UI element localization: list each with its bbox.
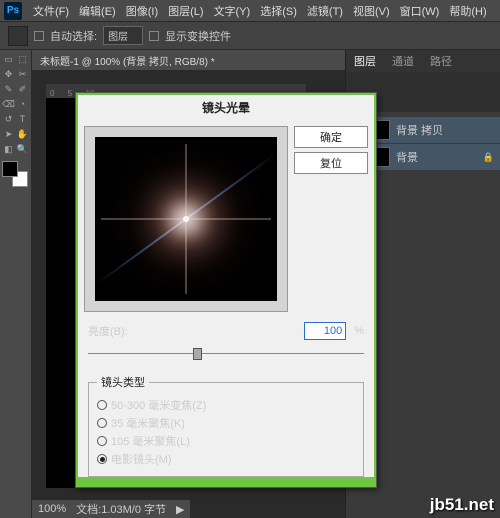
menu-image[interactable]: 图像(I) <box>121 1 163 21</box>
status-bar: 100% 文档:1.03M/0 字节 ▶ <box>32 500 190 518</box>
menu-edit[interactable]: 编辑(E) <box>74 1 121 21</box>
show-transform-checkbox[interactable] <box>149 31 159 41</box>
lens-option-105[interactable]: 105 毫米聚焦(L) <box>97 432 355 450</box>
radio-icon[interactable] <box>97 400 107 410</box>
tool-lasso[interactable]: ✥ <box>2 67 15 81</box>
menu-filter[interactable]: 滤镜(T) <box>302 1 348 21</box>
lock-icon: 🔒 <box>483 152 494 163</box>
tool-eraser[interactable]: ⌫ <box>2 97 15 111</box>
tool-brush[interactable]: ✎ <box>2 82 15 96</box>
brightness-input[interactable] <box>304 322 346 340</box>
tab-paths[interactable]: 路径 <box>426 51 456 71</box>
tool-zoom[interactable]: 🔍 <box>16 142 29 156</box>
show-transform-label: 显示变换控件 <box>165 28 231 44</box>
layer-name: 背景 拷贝 <box>396 122 443 138</box>
lens-flare-dialog: 镜头光晕 确定 复位 亮度(B): % <box>75 92 377 488</box>
auto-select-target[interactable]: 图层 <box>103 26 143 45</box>
color-swatches[interactable] <box>2 161 28 187</box>
lens-option-35[interactable]: 35 毫米聚焦(K) <box>97 414 355 432</box>
tool-gradient[interactable]: ◔ <box>16 97 29 111</box>
dialog-title: 镜头光晕 <box>78 95 374 120</box>
options-bar: 自动选择: 图层 显示变换控件 <box>0 22 500 50</box>
app-icon: Ps <box>4 2 22 20</box>
lens-option-movie[interactable]: 电影镜头(M) <box>97 450 355 468</box>
menu-select[interactable]: 选择(S) <box>255 1 302 21</box>
tool-crop[interactable]: ✂ <box>16 67 29 81</box>
brightness-label: 亮度(B): <box>88 323 128 339</box>
radio-icon[interactable] <box>97 454 107 464</box>
lens-type-legend: 镜头类型 <box>97 374 149 390</box>
auto-select-checkbox[interactable] <box>34 31 44 41</box>
tool-hand[interactable]: ✋ <box>16 127 29 141</box>
menu-view[interactable]: 视图(V) <box>348 1 395 21</box>
tab-channels[interactable]: 通道 <box>388 51 418 71</box>
tool-marquee[interactable]: ⬚ <box>16 52 29 66</box>
panel-tabs: 图层 通道 路径 <box>346 50 500 72</box>
menu-help[interactable]: 帮助(H) <box>444 1 491 21</box>
tool-shape[interactable]: ◧ <box>2 142 15 156</box>
brightness-slider[interactable] <box>88 346 364 360</box>
menu-layer[interactable]: 图层(L) <box>163 1 208 21</box>
radio-icon[interactable] <box>97 418 107 428</box>
flare-preview-frame <box>84 126 288 312</box>
menu-type[interactable]: 文字(Y) <box>209 1 256 21</box>
chevron-right-icon[interactable]: ▶ <box>176 503 184 516</box>
menu-window[interactable]: 窗口(W) <box>395 1 445 21</box>
menu-file[interactable]: 文件(F) <box>28 1 74 21</box>
move-tool-icon <box>8 26 28 46</box>
reset-button[interactable]: 复位 <box>294 152 368 174</box>
layer-name: 背景 <box>396 149 418 165</box>
ok-button[interactable]: 确定 <box>294 126 368 148</box>
flare-preview[interactable] <box>95 137 277 301</box>
slider-thumb[interactable] <box>193 348 202 360</box>
radio-icon[interactable] <box>97 436 107 446</box>
doc-size: 文档:1.03M/0 字节 <box>76 501 166 517</box>
menu-bar: Ps 文件(F) 编辑(E) 图像(I) 图层(L) 文字(Y) 选择(S) 滤… <box>0 0 500 22</box>
tab-layers[interactable]: 图层 <box>350 51 380 71</box>
document-tab[interactable]: 未标题-1 @ 100% (背景 拷贝, RGB/8) * <box>32 50 345 70</box>
tool-type[interactable]: T <box>16 112 29 126</box>
lens-option-50-300[interactable]: 50-300 毫米变焦(Z) <box>97 396 355 414</box>
brightness-unit: % <box>354 325 364 337</box>
auto-select-label: 自动选择: <box>50 28 97 44</box>
flare-core <box>183 216 189 222</box>
zoom-level[interactable]: 100% <box>38 503 66 515</box>
watermark: jb51.net <box>430 495 494 515</box>
tool-palette: ▭⬚ ✥✂ ✎✐ ⌫◔ ↺T ➤✋ ◧🔍 <box>0 50 32 518</box>
tool-rotate[interactable]: ↺ <box>2 112 15 126</box>
tool-path[interactable]: ➤ <box>2 127 15 141</box>
tool-pencil[interactable]: ✐ <box>16 82 29 96</box>
tool-move[interactable]: ▭ <box>2 52 15 66</box>
lens-type-group: 镜头类型 50-300 毫米变焦(Z) 35 毫米聚焦(K) 105 毫米聚焦(… <box>88 374 364 477</box>
